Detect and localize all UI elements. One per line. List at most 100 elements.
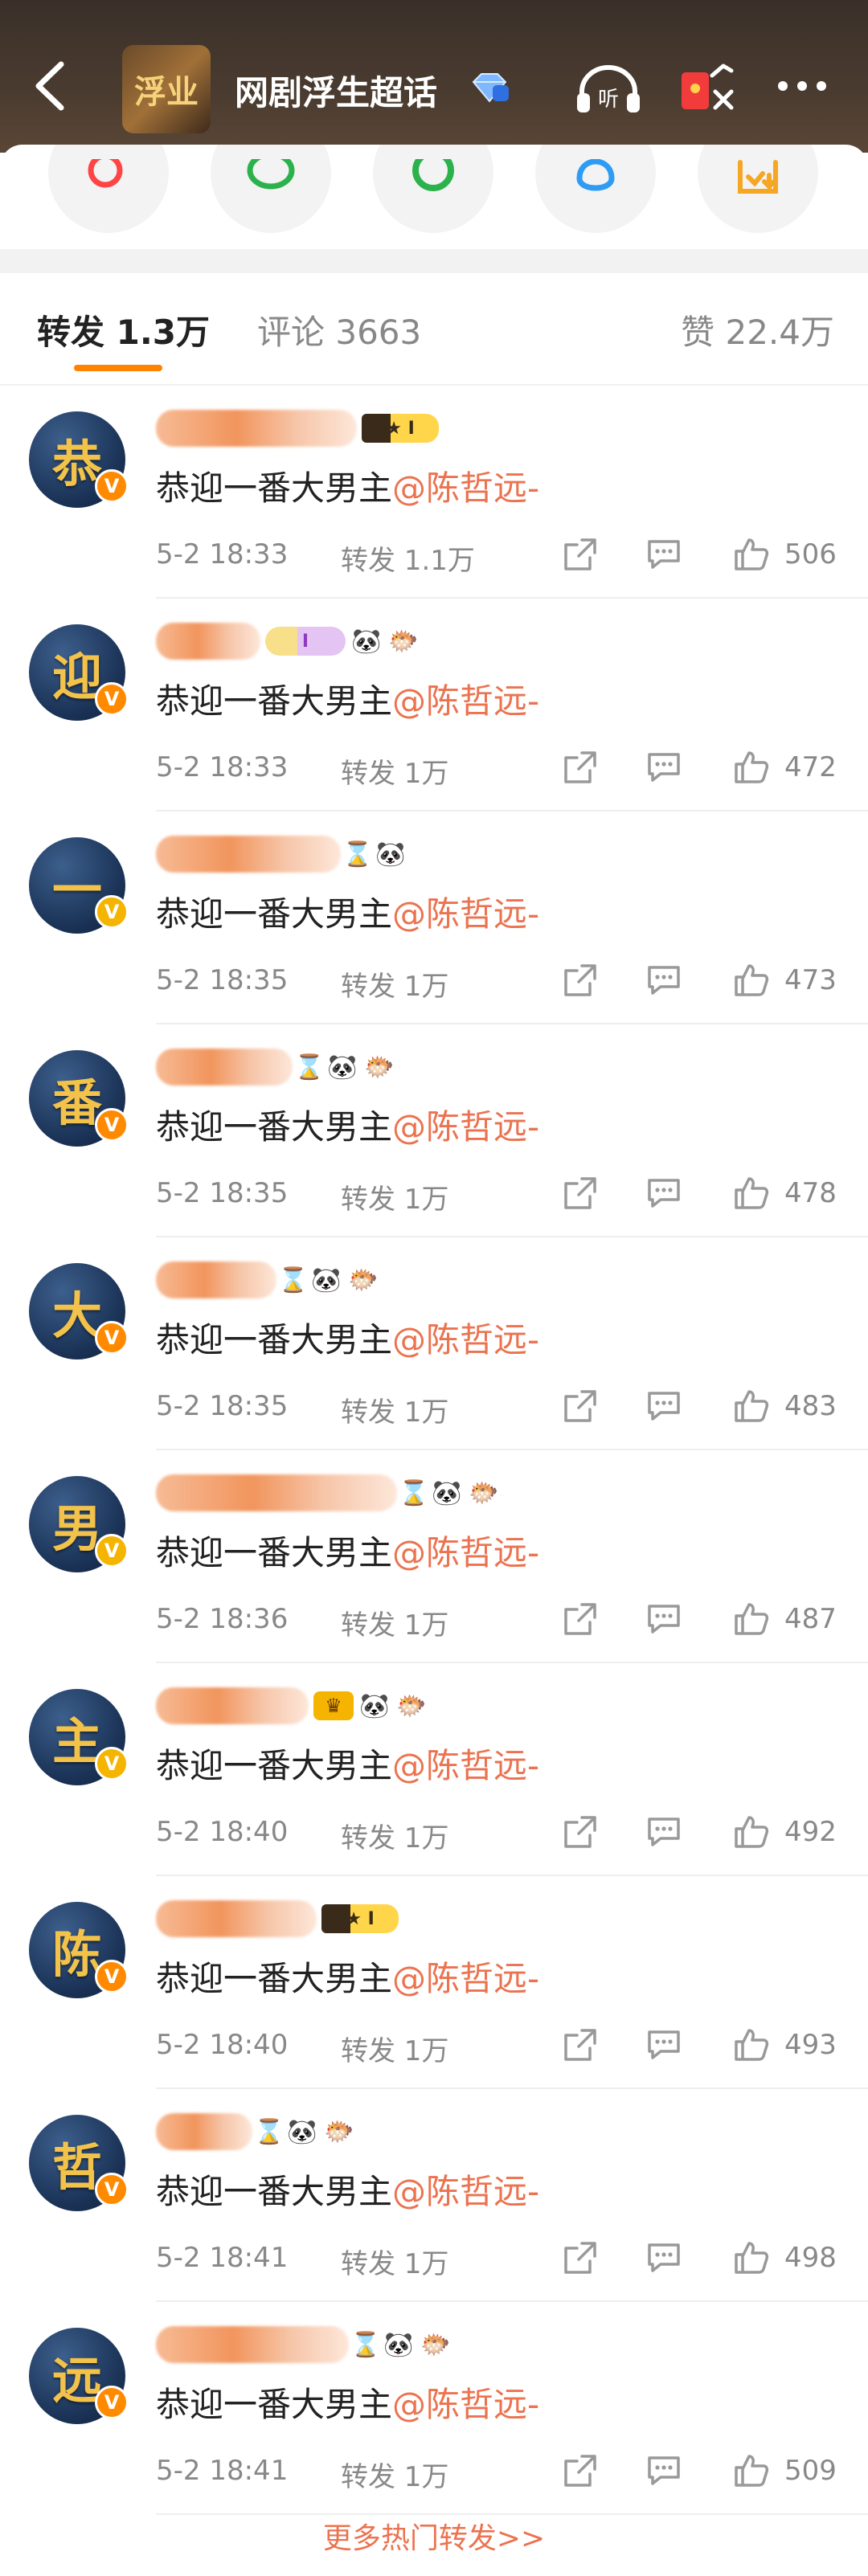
repost-count[interactable]: 转发 1万 [341,1816,448,1855]
share-icon[interactable] [563,750,598,785]
avatar[interactable]: 恭 V [29,411,129,508]
repost-item[interactable]: 一 V ⌛ 🐼 恭迎一番大男主@陈哲远- 5-2 18:35 转发 1万 473 [0,812,868,1024]
username-row[interactable]: ⌛ 🐼 🐡 [156,1260,379,1300]
avatar[interactable]: 番 V [29,1050,129,1147]
more-options-button[interactable] [770,74,834,98]
username-row[interactable]: ♛ 🐼 🐡 [156,1686,428,1726]
avatar[interactable]: 远 V [29,2328,129,2424]
username-row[interactable]: ★ I [156,408,439,448]
mention-link[interactable]: @陈哲远- [392,1320,539,1360]
repost-item[interactable]: 恭 V ★ I 恭迎一番大男主@陈哲远- 5-2 18:33 转发 1.1万 5… [0,386,868,599]
repost-count[interactable]: 转发 1万 [341,1177,448,1216]
comment-icon[interactable] [646,2242,682,2274]
avatar[interactable]: 迎 V [29,624,129,721]
username-obscured[interactable] [156,1687,309,1724]
repost-item[interactable]: 主 V ♛ 🐼 🐡 恭迎一番大男主@陈哲远- 5-2 18:40 转发 1万 4… [0,1663,868,1876]
username-obscured[interactable] [156,623,260,660]
like-thumb-icon[interactable] [733,1174,770,1211]
repost-count[interactable]: 转发 1万 [341,2455,448,2494]
username-obscured[interactable] [156,410,357,447]
share-icon[interactable] [563,2027,598,2063]
username-obscured[interactable] [156,1049,293,1086]
avatar[interactable]: 男 V [29,1476,129,1572]
username-row[interactable]: ⌛ 🐼 [156,834,407,874]
moments-share-button[interactable] [373,145,493,233]
like-thumb-icon[interactable] [733,1387,770,1424]
community-title[interactable]: 网剧浮生超话 [235,66,437,115]
comment-icon[interactable] [646,1816,682,1848]
avatar[interactable]: 主 V [29,1689,129,1785]
mention-link[interactable]: @陈哲远- [392,1533,539,1572]
avatar[interactable]: 一 V [29,837,129,934]
mention-link[interactable]: @陈哲远- [392,1107,539,1147]
username-row[interactable]: I 🐼 🐡 [156,621,420,661]
mention-link[interactable]: @陈哲远- [392,894,539,934]
avatar[interactable]: 陈 V [29,1902,129,1998]
comment-icon[interactable] [646,964,682,996]
like-thumb-icon[interactable] [733,535,770,572]
mention-link[interactable]: @陈哲远- [392,1959,539,1998]
repost-count[interactable]: 转发 1万 [341,1390,448,1429]
share-icon[interactable] [563,1388,598,1424]
like-thumb-icon[interactable] [733,748,770,785]
comment-icon[interactable] [646,1177,682,1209]
username-obscured[interactable] [156,2326,349,2363]
back-button[interactable] [29,58,72,114]
mention-link[interactable]: @陈哲远- [392,1746,539,1785]
comment-icon[interactable] [646,2455,682,2487]
mention-link[interactable]: @陈哲远- [392,468,539,508]
share-icon[interactable] [563,963,598,998]
username-row[interactable]: ⌛ 🐼 🐡 [156,1047,395,1087]
comment-icon[interactable] [646,1603,682,1635]
repost-count[interactable]: 转发 1.1万 [341,538,475,578]
share-icon[interactable] [563,2240,598,2275]
repost-item[interactable]: 哲 V ⌛ 🐼 🐡 恭迎一番大男主@陈哲远- 5-2 18:41 转发 1万 4… [0,2089,868,2302]
username-row[interactable]: ⌛ 🐼 🐡 [156,1473,500,1513]
username-obscured[interactable] [156,2113,252,2150]
repost-item[interactable]: 陈 V ★ I 恭迎一番大男主@陈哲远- 5-2 18:40 转发 1万 493 [0,1876,868,2089]
username-row[interactable]: ⌛ 🐼 🐡 [156,2112,355,2152]
repost-count[interactable]: 转发 1万 [341,2029,448,2068]
avatar[interactable]: 哲 V [29,2115,129,2211]
repost-count[interactable]: 转发 1万 [341,2242,448,2281]
comment-icon[interactable] [646,538,682,570]
repost-item[interactable]: 男 V ⌛ 🐼 🐡 恭迎一番大男主@陈哲远- 5-2 18:36 转发 1万 4… [0,1450,868,1663]
community-logo[interactable]: 浮业 [122,45,211,133]
comment-icon[interactable] [646,2029,682,2061]
like-thumb-icon[interactable] [733,2026,770,2063]
like-thumb-icon[interactable] [733,2451,770,2488]
like-thumb-icon[interactable] [733,1813,770,1850]
search-share-button[interactable] [48,145,169,233]
save-image-share-button[interactable] [698,145,818,233]
username-obscured[interactable] [156,836,341,873]
comment-icon[interactable] [646,1390,682,1422]
qq-share-button[interactable] [535,145,656,233]
mention-link[interactable]: @陈哲远- [392,2385,539,2424]
share-icon[interactable] [563,1814,598,1850]
red-packet-icon[interactable] [677,59,741,119]
avatar[interactable]: 大 V [29,1263,129,1360]
username-obscured[interactable] [156,1474,397,1511]
share-icon[interactable] [563,1176,598,1211]
mention-link[interactable]: @陈哲远- [392,681,539,721]
username-obscured[interactable] [156,1261,276,1298]
tab-reposts[interactable]: 转发 1.3万 [37,305,210,354]
listen-headphones-icon[interactable]: 听 [572,61,645,117]
repost-count[interactable]: 转发 1万 [341,751,448,791]
comment-icon[interactable] [646,751,682,783]
share-icon[interactable] [563,1601,598,1637]
repost-item[interactable]: 远 V ⌛ 🐼 🐡 恭迎一番大男主@陈哲远- 5-2 18:41 转发 1万 5… [0,2302,868,2515]
repost-item[interactable]: 番 V ⌛ 🐼 🐡 恭迎一番大男主@陈哲远- 5-2 18:35 转发 1万 4… [0,1024,868,1237]
repost-item[interactable]: 大 V ⌛ 🐼 🐡 恭迎一番大男主@陈哲远- 5-2 18:35 转发 1万 4… [0,1237,868,1450]
like-thumb-icon[interactable] [733,1600,770,1637]
share-icon[interactable] [563,2453,598,2488]
repost-count[interactable]: 转发 1万 [341,964,448,1004]
username-row[interactable]: ★ I [156,1899,399,1939]
like-thumb-icon[interactable] [733,2239,770,2275]
share-icon[interactable] [563,537,598,572]
more-hot-reposts-link[interactable]: 更多热门转发>> [0,2515,868,2557]
repost-count[interactable]: 转发 1万 [341,1603,448,1642]
like-thumb-icon[interactable] [733,961,770,998]
username-obscured[interactable] [156,1900,317,1937]
wechat-share-button[interactable] [211,145,331,233]
